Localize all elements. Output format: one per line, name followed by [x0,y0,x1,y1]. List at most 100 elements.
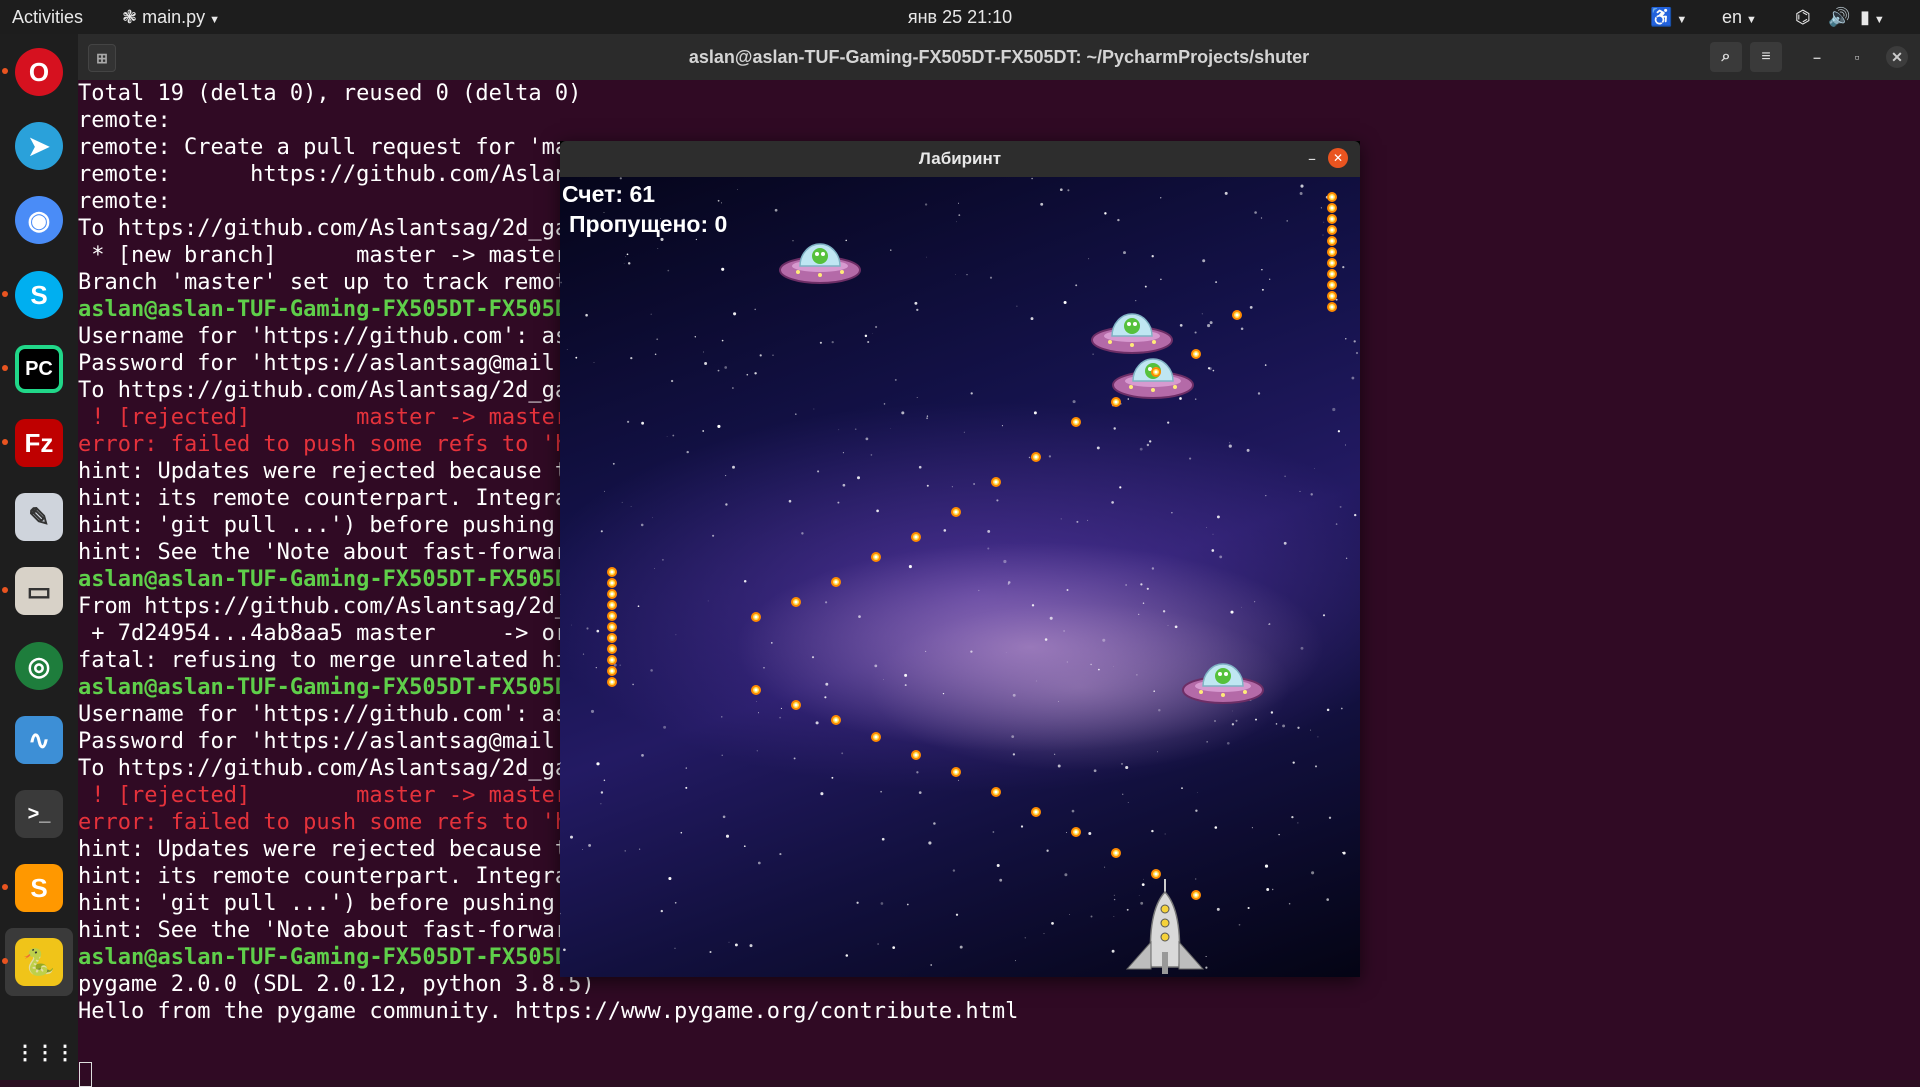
terminal-line: To https://github.com/Aslantsag/2d_ga [78,215,568,242]
bullet [607,578,617,588]
game-window[interactable]: Лабиринт – ✕ Счет: 61 Пропущено: 0 [560,141,1360,977]
terminal-line: To https://github.com/Aslantsag/2d_ga [78,755,568,782]
bullet [871,732,881,742]
dock-item-camera[interactable]: ◎ [5,632,73,700]
game-canvas[interactable]: Счет: 61 Пропущено: 0 [560,177,1360,977]
language-menu[interactable]: en ▼ [1722,0,1757,34]
ufo-enemy [1092,314,1172,353]
dock-item-opera[interactable]: O [5,38,73,106]
activities-button[interactable]: Activities [12,0,83,34]
bullet [1327,291,1337,301]
terminal-line: error: failed to push some refs to 'h [78,431,568,458]
minimize-button[interactable]: – [1806,46,1828,68]
bullet [1327,236,1337,246]
bullet [911,750,921,760]
bullet [607,567,617,577]
clock[interactable]: янв 25 21:10 [908,7,1012,27]
running-indicator [2,439,8,445]
hamburger-icon: ≡ [1761,48,1770,65]
terminal-line: hint: 'git pull ...') before pushing [78,512,568,539]
dock-item-pycharm[interactable]: PC [5,335,73,403]
dock-item-skype[interactable]: S [5,261,73,329]
bullet [607,611,617,621]
maximize-button[interactable]: ▫ [1846,46,1868,68]
game-scene [560,177,1360,977]
bullet [1327,225,1337,235]
terminal-line: fatal: refusing to merge unrelated hi [78,647,568,674]
game-title: Лабиринт [560,141,1360,177]
accessibility-menu[interactable]: ♿▼ [1650,0,1687,34]
clock-container: янв 25 21:10 [0,0,1920,34]
app-icon: ❃ [122,7,142,27]
bullet [607,622,617,632]
battery-icon[interactable]: ▮▼ [1860,0,1885,34]
monitor-icon: ∿ [15,716,63,764]
dock-item-terminal[interactable]: >_ [5,780,73,848]
dock-item-telegram[interactable]: ➤ [5,112,73,180]
bullet [1111,848,1121,858]
terminal-title: aslan@aslan-TUF-Gaming-FX505DT-FX505DT: … [78,34,1920,80]
bullet [1327,280,1337,290]
terminal-line: ! [rejected] master -> master [78,404,568,431]
terminal-line: hint: See the 'Note about fast-forwar [78,539,568,566]
telegram-icon: ➤ [15,122,63,170]
bullet [791,597,801,607]
terminal-line: * [new branch] master -> master [78,242,568,269]
terminal-line: pygame 2.0.0 (SDL 2.0.12, python 3.8.5) [78,971,595,998]
bullet [1327,269,1337,279]
terminal-line: Password for 'https://aslantsag@mail. [78,728,568,755]
bullet [751,612,761,622]
dock-item-sublime[interactable]: S [5,854,73,922]
opera-icon: O [15,48,63,96]
terminal-titlebar[interactable]: ⊞ aslan@aslan-TUF-Gaming-FX505DT-FX505DT… [78,34,1920,80]
close-button[interactable]: ✕ [1886,46,1908,68]
dock-item-chromium[interactable]: ◉ [5,186,73,254]
bullet [1151,869,1161,879]
bullet [1327,192,1337,202]
bullet [1071,417,1081,427]
dock-item-text-editor[interactable]: ✎ [5,483,73,551]
score-label: Счет: 61 [562,181,655,208]
volume-icon[interactable]: 🔊 [1828,0,1850,34]
running-indicator [2,68,8,74]
bullet [951,767,961,777]
dock-item-system-monitor[interactable]: ∿ [5,706,73,774]
ufo-enemy [1183,664,1263,703]
game-close-button[interactable]: ✕ [1328,148,1348,168]
terminal-line: aslan@aslan-TUF-Gaming-FX505DT-FX505D [78,674,568,701]
terminal-line: From https://github.com/Aslantsag/2d_ [78,593,568,620]
game-minimize-button[interactable]: – [1300,147,1324,171]
chevron-down-icon: ▼ [1874,14,1885,26]
menu-button[interactable]: ≡ [1750,42,1782,72]
dock-item-show-apps[interactable]: ⋮⋮⋮ [5,1019,73,1087]
bullet [1327,258,1337,268]
chevron-down-icon: ▼ [1746,14,1757,26]
bullet [607,600,617,610]
search-icon: ⌕ [1722,48,1731,65]
bullet [1327,247,1337,257]
app-menu-button[interactable]: ❃ main.py▼ [122,0,220,34]
terminal-line: aslan@aslan-TUF-Gaming-FX505DT-FX505D [78,944,568,971]
chevron-down-icon: ▼ [209,14,220,26]
terminal-line: remote: https://github.com/Aslan [78,161,568,188]
language-label: en [1722,7,1742,27]
terminal-line: hint: its remote counterpart. Integra [78,863,568,890]
bullet [1191,349,1201,359]
dock-item-filezilla[interactable]: Fz [5,409,73,477]
bullet [911,532,921,542]
dock: O➤◉SPCFz✎▭◎∿>_S🐍⋮⋮⋮ [0,34,78,1080]
network-icon[interactable]: ⌬ [1795,0,1811,34]
terminal-line: Hello from the pygame community. https:/… [78,998,1018,1025]
game-titlebar[interactable]: Лабиринт – ✕ [560,141,1360,177]
terminal-line: Total 19 (delta 0), reused 0 (delta 0) [78,80,581,107]
search-button[interactable]: ⌕ [1710,42,1742,72]
dock-item-files[interactable]: ▭ [5,557,73,625]
terminal-line: remote: [78,188,171,215]
dock-item-python-game[interactable]: 🐍 [5,928,73,996]
bullet [607,677,617,687]
bullet [1327,214,1337,224]
bullet [1327,302,1337,312]
skype-icon: S [15,271,63,319]
bullet [607,633,617,643]
running-indicator [2,958,8,964]
